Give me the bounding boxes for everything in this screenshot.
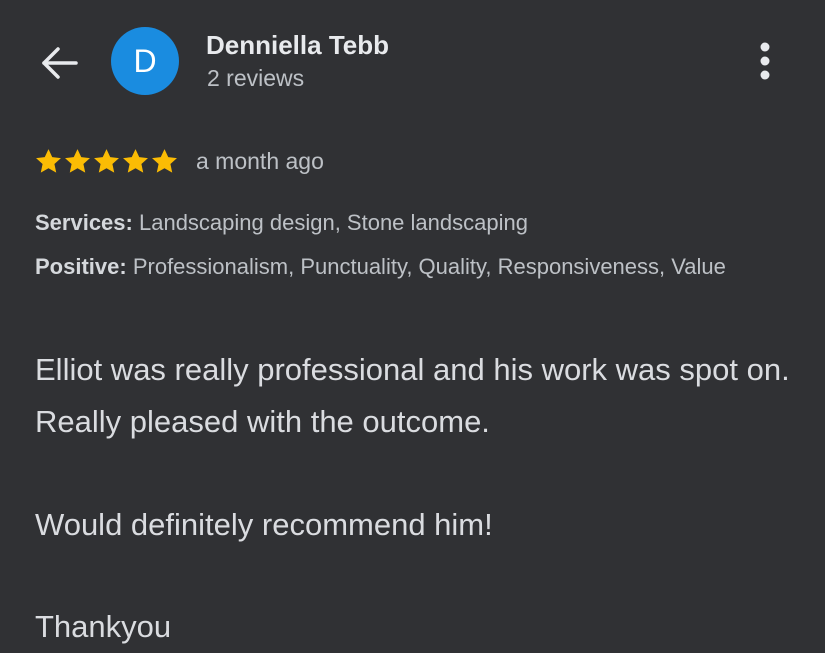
review-count: 2 reviews: [207, 65, 305, 91]
services-value: Landscaping design, Stone landscaping: [138, 210, 528, 235]
star-icon: [152, 148, 177, 173]
star-icon: [36, 148, 61, 173]
star-icon: [123, 148, 148, 173]
review-paragraph: Thankyou: [35, 609, 172, 644]
positive-attribute: Positive: Professionalism, Punctuality, …: [35, 250, 795, 284]
review-header: D Denniella Tebb 2 reviews: [0, 0, 825, 120]
review-paragraph: Would definitely recommend him!: [35, 507, 493, 542]
star-icon: [65, 148, 90, 173]
more-vert-icon: [760, 42, 770, 80]
review-timestamp: a month ago: [196, 147, 324, 174]
star-icon: [94, 148, 119, 173]
back-button[interactable]: [38, 42, 80, 84]
more-options-button[interactable]: [748, 40, 782, 82]
positive-label: Positive:: [35, 254, 127, 279]
star-rating: [34, 147, 179, 176]
avatar[interactable]: D: [111, 27, 179, 95]
rating-row: a month ago: [34, 145, 324, 177]
arrow-back-icon: [42, 47, 78, 79]
positive-value: Professionalism, Punctuality, Quality, R…: [132, 254, 726, 279]
review-paragraph: Elliot was really professional and his w…: [35, 352, 790, 439]
reviewer-name[interactable]: Denniella Tebb: [206, 30, 389, 61]
services-label: Services:: [35, 210, 133, 235]
services-attribute: Services: Landscaping design, Stone land…: [35, 206, 795, 240]
